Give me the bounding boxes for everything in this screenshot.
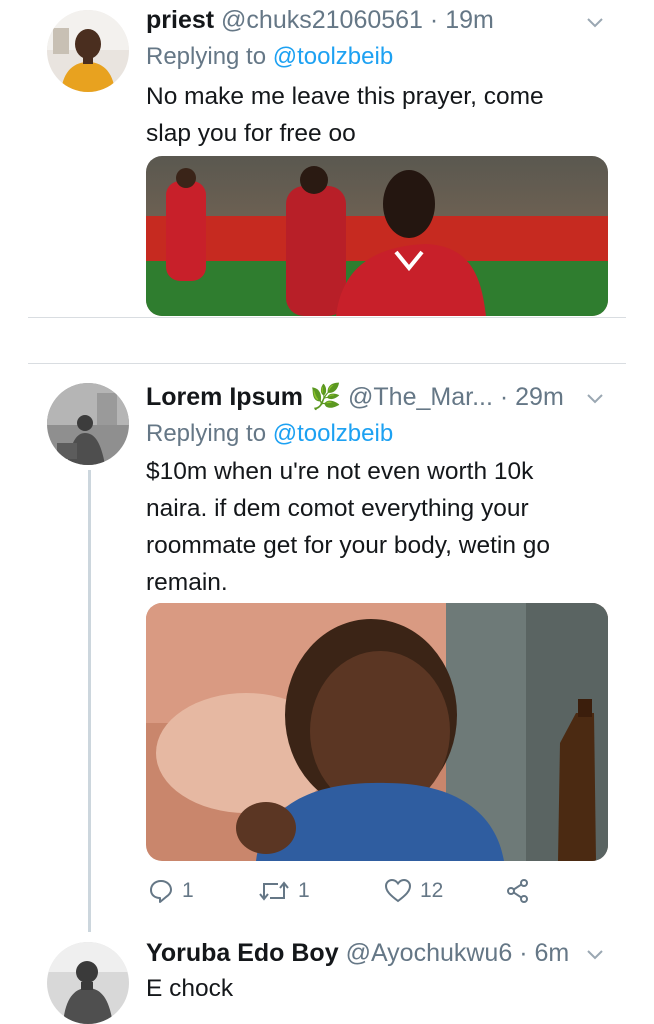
separator-dot: · bbox=[499, 383, 509, 411]
separator-dot: · bbox=[429, 6, 439, 34]
football-photo bbox=[146, 156, 608, 316]
timestamp[interactable]: 19m bbox=[445, 6, 494, 34]
avatar[interactable] bbox=[47, 383, 129, 465]
tweet-text: $10m when u're not even worth 10k naira.… bbox=[146, 453, 626, 601]
display-name[interactable]: priest bbox=[146, 6, 214, 34]
avatar[interactable] bbox=[47, 10, 129, 92]
share-icon bbox=[507, 879, 528, 903]
chevron-down-icon[interactable] bbox=[585, 12, 605, 32]
tweet-text-line: E chock bbox=[146, 975, 234, 1002]
display-name[interactable]: Yoruba Edo Boy bbox=[146, 939, 339, 967]
avatar[interactable] bbox=[47, 942, 129, 1024]
timestamp[interactable]: 6m bbox=[534, 939, 569, 967]
tweet-1[interactable]: priest @chuks21060561 · 19m Replying to … bbox=[0, 0, 654, 318]
meme-photo bbox=[146, 603, 608, 861]
tweet-3[interactable]: Yoruba Edo Boy @Ayochukwu6 · 6m E chock bbox=[0, 934, 654, 1024]
leaf-emoji-icon: 🌿 bbox=[309, 383, 342, 411]
tweet-text-line: roommate get for your body, wetin go bbox=[146, 532, 550, 559]
user-handle[interactable]: @The_Mar... bbox=[348, 383, 493, 411]
separator-dot: · bbox=[519, 939, 528, 967]
replying-prefix: Replying to bbox=[146, 420, 267, 447]
avatar-photo bbox=[47, 383, 129, 465]
tweet-2[interactable]: Lorem Ipsum 🌿 @The_Mar... · 29m Replying… bbox=[0, 364, 654, 934]
retweet-button[interactable]: 1 bbox=[258, 878, 310, 904]
mention-link[interactable]: @toolzbeib bbox=[273, 420, 393, 447]
divider bbox=[28, 317, 626, 318]
like-button[interactable]: 12 bbox=[384, 878, 443, 904]
tweet-text: No make me leave this prayer, come slap … bbox=[146, 78, 616, 152]
reply-icon bbox=[150, 880, 172, 903]
user-handle[interactable]: @Ayochukwu6 bbox=[346, 939, 513, 967]
tweet-text-line: remain. bbox=[146, 569, 228, 596]
tweet-text: E chock bbox=[146, 970, 616, 1007]
tweet-text-line: slap you for free oo bbox=[146, 120, 356, 147]
like-count: 12 bbox=[420, 879, 444, 902]
reply-button[interactable]: 1 bbox=[148, 878, 194, 904]
replying-to: Replying to @toolzbeib bbox=[146, 42, 393, 72]
replying-to: Replying to @toolzbeib bbox=[146, 419, 393, 449]
tweet-text-line: No make me leave this prayer, come bbox=[146, 83, 544, 110]
user-handle[interactable]: @chuks21060561 bbox=[221, 6, 423, 34]
replying-prefix: Replying to bbox=[146, 43, 267, 70]
tweet-image[interactable] bbox=[146, 156, 608, 316]
reply-count: 1 bbox=[182, 879, 194, 902]
chevron-down-icon[interactable] bbox=[585, 388, 605, 408]
thread-line bbox=[88, 470, 91, 932]
display-name[interactable]: Lorem Ipsum bbox=[146, 383, 303, 411]
chevron-down-icon[interactable] bbox=[585, 944, 605, 964]
retweet-count: 1 bbox=[298, 879, 310, 902]
retweet-icon bbox=[259, 881, 289, 901]
avatar-photo bbox=[47, 942, 129, 1024]
like-icon bbox=[384, 878, 412, 903]
avatar-photo bbox=[47, 10, 129, 92]
timestamp[interactable]: 29m bbox=[515, 383, 564, 411]
mention-link[interactable]: @toolzbeib bbox=[273, 43, 393, 70]
tweet-text-line: $10m when u're not even worth 10k bbox=[146, 458, 534, 485]
share-button[interactable] bbox=[505, 878, 531, 904]
tweet-image[interactable] bbox=[146, 603, 608, 861]
tweet-text-line: naira. if dem comot everything your bbox=[146, 495, 529, 522]
